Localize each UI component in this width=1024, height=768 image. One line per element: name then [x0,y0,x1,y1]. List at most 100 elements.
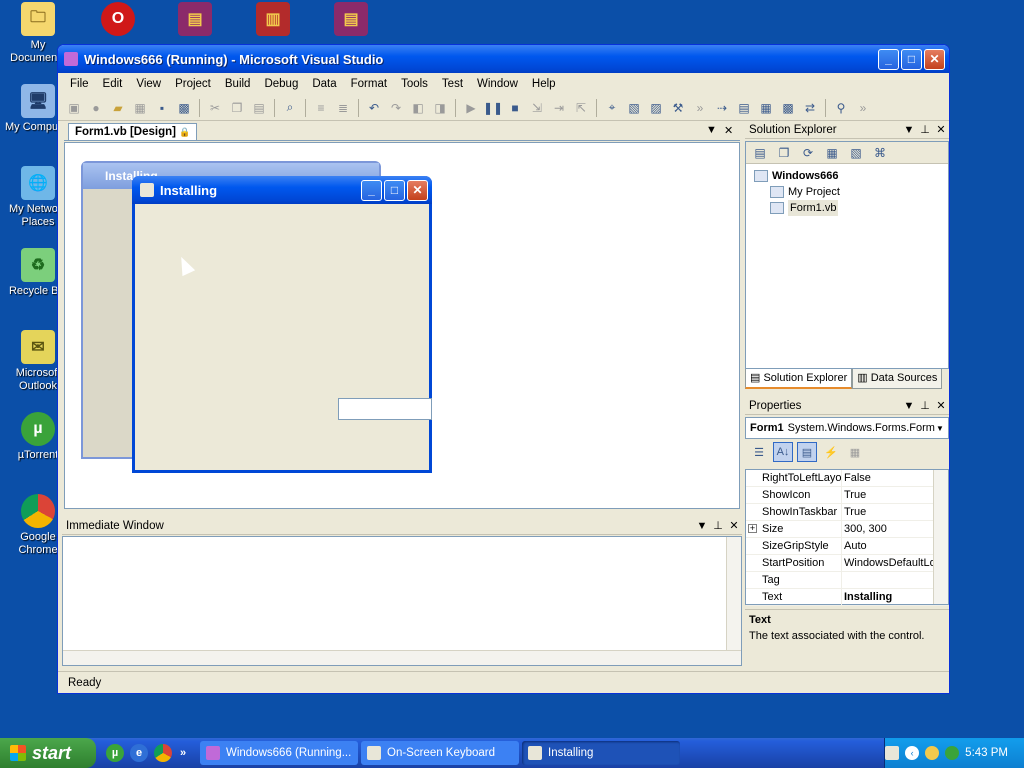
property-row[interactable]: + Size 300, 300 [746,521,948,538]
property-row[interactable]: StartPosition WindowsDefaultLocation [746,555,948,572]
properties-window-icon[interactable]: ▨ [646,98,666,118]
taskbar-item-installing[interactable]: Installing [522,741,680,765]
desktop-icon-winrar-2[interactable]: ▤ [315,2,387,39]
property-row[interactable]: Tag [746,572,948,589]
start-debugging-icon[interactable]: ▶ [461,98,481,118]
step-out-icon[interactable]: ⇱ [571,98,591,118]
cut-icon[interactable]: ✂ [205,98,225,118]
toolbox-icon[interactable]: ⚒ [668,98,688,118]
tab-order-icon[interactable]: ⇄ [800,98,820,118]
menu-window[interactable]: Window [471,78,526,90]
menu-format[interactable]: Format [345,78,395,90]
tree-item-form1[interactable]: Form1.vb [754,200,940,216]
alphabetical-icon[interactable]: A↓ [773,442,793,462]
close-pane-icon[interactable]: ✕ [933,399,949,412]
menu-data[interactable]: Data [306,78,344,90]
copy-icon[interactable]: ❐ [227,98,247,118]
text-input[interactable] [338,398,432,420]
solution-explorer-icon[interactable]: ▧ [624,98,644,118]
align-icon[interactable]: ▤ [734,98,754,118]
tab-solution-explorer[interactable]: ▤ Solution Explorer [745,369,853,389]
desktop-icon-winrar[interactable]: ▤ [159,2,231,39]
break-all-icon[interactable]: ❚❚ [483,98,503,118]
expand-tray-icon[interactable]: ‹ [905,746,920,760]
property-row[interactable]: SizeGripStyle Auto [746,538,948,555]
view-designer-icon[interactable]: ▧ [846,143,866,163]
step-over-icon[interactable]: ⇥ [549,98,569,118]
close-button[interactable]: ✕ [924,48,945,70]
desktop-icon-book[interactable]: ▥ [237,2,309,39]
start-button[interactable]: start [0,738,96,768]
navigate-forward-icon[interactable]: ◨ [430,98,450,118]
events-icon[interactable]: ⚡ [821,442,841,462]
save-all-icon[interactable]: ▩ [174,98,194,118]
minimize-button[interactable]: _ [361,179,382,201]
properties-view-icon[interactable]: ▤ [797,442,817,462]
object-selector-dropdown[interactable]: Form1 System.Windows.Forms.Form ▼ [745,417,949,439]
save-icon[interactable]: ▪ [152,98,172,118]
close-pane-icon[interactable]: ✕ [726,519,742,532]
utorrent-tray-icon[interactable] [945,746,960,760]
comment-icon[interactable]: ≡ [311,98,331,118]
lock-controls-icon[interactable]: ⚲ [831,98,851,118]
menu-edit[interactable]: Edit [97,78,131,90]
quick-launch-overflow-icon[interactable]: » [178,744,188,762]
menu-tools[interactable]: Tools [395,78,436,90]
uncomment-icon[interactable]: ≣ [333,98,353,118]
maximize-button[interactable]: □ [901,48,922,70]
installing-title-bar[interactable]: Installing _ □ ✕ [132,176,432,204]
vertical-scrollbar[interactable] [726,537,741,665]
immediate-window-input[interactable] [62,536,742,666]
title-bar[interactable]: Windows666 (Running) - Microsoft Visual … [58,45,949,73]
active-files-dropdown-icon[interactable]: ▼ [706,124,717,136]
internet-explorer-icon[interactable]: e [130,744,148,762]
menu-debug[interactable]: Debug [258,78,306,90]
add-item-dropdown-icon[interactable]: ▦ [130,98,150,118]
clock[interactable]: 5:43 PM [965,747,1008,759]
close-pane-icon[interactable]: ✕ [933,123,949,136]
horizontal-scrollbar[interactable] [63,650,741,665]
step-into-icon[interactable]: ⇲ [527,98,547,118]
utorrent-quicklaunch-icon[interactable]: µ [106,744,124,762]
size-icon[interactable]: ▦ [756,98,776,118]
layout-icon[interactable]: ⇢ [712,98,732,118]
close-button[interactable]: ✕ [407,179,428,201]
pane-dropdown-icon[interactable]: ▼ [694,520,710,532]
tab-data-sources[interactable]: ▥ Data Sources [852,369,943,389]
taskbar-item-on-screen-keyboard[interactable]: On-Screen Keyboard [361,741,519,765]
property-pages-icon[interactable]: ▦ [845,442,865,462]
menu-project[interactable]: Project [169,78,219,90]
installing-window[interactable]: Installing _ □ ✕ [132,176,432,473]
view-code-icon[interactable]: ▦ [822,143,842,163]
expand-icon[interactable]: + [748,524,757,533]
network-tray-icon[interactable] [925,746,940,760]
pane-dropdown-icon[interactable]: ▼ [901,124,917,136]
new-project-icon[interactable]: ▣ [64,98,84,118]
properties-icon[interactable]: ▤ [750,143,770,163]
property-row-selected[interactable]: Text Installing [746,589,948,606]
menu-view[interactable]: View [130,78,169,90]
auto-hide-pin-icon[interactable]: ⊥ [917,123,933,136]
chrome-quicklaunch-icon[interactable] [154,744,172,762]
keyboard-tray-icon[interactable] [885,746,900,760]
minimize-button[interactable]: _ [878,48,899,70]
navigate-backward-icon[interactable]: ◧ [408,98,428,118]
desktop-icon-opera[interactable]: O [82,2,154,39]
class-diagram-icon[interactable]: ⌘ [870,143,890,163]
toolbar-overflow-icon[interactable]: » [690,98,710,118]
find-icon[interactable]: ⌕ [280,98,300,118]
menu-test[interactable]: Test [436,78,471,90]
menu-build[interactable]: Build [219,78,259,90]
property-grid-scrollbar[interactable] [933,470,948,604]
pane-dropdown-icon[interactable]: ▼ [901,400,917,412]
tree-item-project[interactable]: Windows666 [754,168,940,184]
tree-item-my-project[interactable]: My Project [754,184,940,200]
stop-debugging-icon[interactable]: ■ [505,98,525,118]
categorized-icon[interactable]: ☰ [749,442,769,462]
property-row[interactable]: ShowIcon True [746,487,948,504]
undo-icon[interactable]: ↶ [364,98,384,118]
property-row[interactable]: RightToLeftLayout False [746,470,948,487]
paste-icon[interactable]: ▤ [249,98,269,118]
add-item-icon[interactable]: ● [86,98,106,118]
order-icon[interactable]: ▩ [778,98,798,118]
